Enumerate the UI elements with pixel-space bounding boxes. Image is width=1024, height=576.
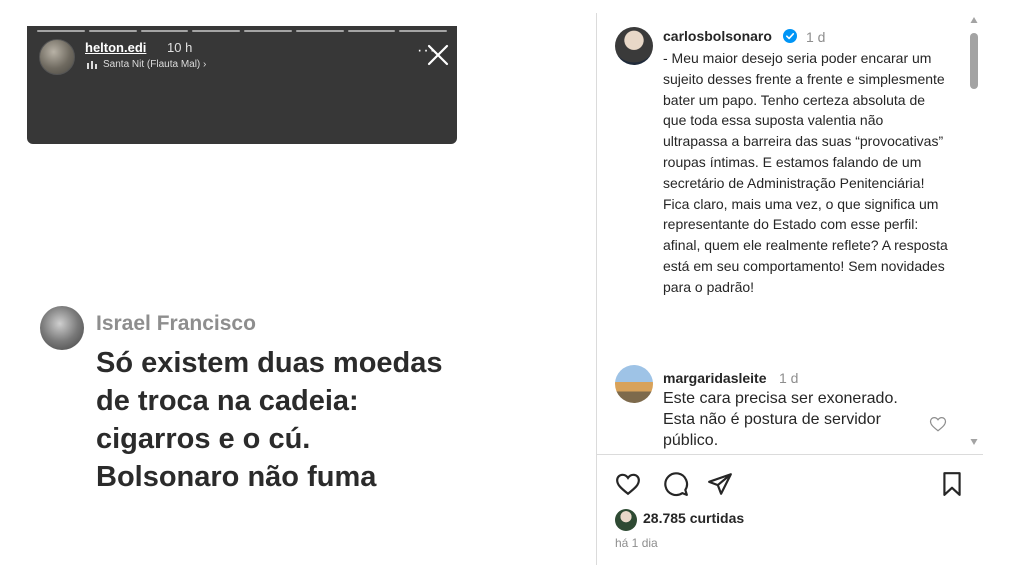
story-progress-segment	[295, 30, 344, 32]
post-panel: carlosbolsonaro 1 d - Meu maior desejo s…	[596, 13, 985, 565]
share-icon[interactable]	[707, 471, 733, 497]
scrollbar-thumb[interactable]	[970, 33, 978, 89]
story-progress-segment	[37, 30, 85, 32]
story-progress-segment	[244, 30, 292, 32]
author-post-time[interactable]: 1 d	[806, 29, 825, 45]
story-comment-text: Só existem duas moedas de troca na cadei…	[96, 347, 443, 493]
music-bars-icon	[87, 61, 97, 69]
post-date[interactable]: há 1 dia	[615, 536, 658, 550]
story-progress-segment	[140, 30, 189, 32]
post-caption: - Meu maior desejo seria poder encarar u…	[663, 50, 948, 295]
story-user-avatar[interactable]	[39, 39, 75, 75]
comment-username[interactable]: margaridasleite	[663, 370, 767, 386]
story-time: 10 h	[167, 40, 193, 55]
story-progress-segment	[192, 30, 240, 32]
story-progress-segment	[88, 30, 137, 32]
comments-scroll-area[interactable]: carlosbolsonaro 1 d - Meu maior desejo s…	[597, 13, 967, 453]
comment-text: Este cara precisa ser exonerado. Esta nã…	[663, 390, 898, 449]
scroll-up-arrow-icon[interactable]	[970, 16, 978, 24]
divider	[597, 454, 983, 455]
story-progress-segment	[399, 30, 447, 32]
story-comment-username: Israel Francisco	[96, 312, 256, 335]
story-progress-segment	[347, 30, 396, 32]
comment-time[interactable]: 1 d	[779, 370, 798, 386]
author-avatar[interactable]	[615, 27, 653, 65]
comment-icon[interactable]	[663, 471, 689, 497]
bookmark-icon[interactable]	[939, 471, 965, 497]
comment-like-heart-icon[interactable]	[929, 415, 947, 433]
likes-avatar	[615, 509, 637, 531]
author-username[interactable]: carlosbolsonaro	[663, 28, 772, 44]
story-comment-avatar	[40, 306, 84, 350]
scroll-down-arrow-icon[interactable]	[970, 438, 978, 446]
story-music-link[interactable]: Santa Nit (Flauta Mal) ›	[103, 59, 206, 70]
story-username[interactable]: helton.edi	[85, 40, 146, 55]
comment-avatar[interactable]	[615, 365, 653, 403]
likes-count[interactable]: 28.785 curtidas	[643, 510, 744, 526]
close-icon[interactable]	[427, 44, 449, 66]
story-progress-bars	[37, 30, 447, 32]
heart-icon[interactable]	[615, 471, 641, 497]
verified-badge-icon	[783, 29, 797, 43]
story-header: helton.edi 10 h Santa Nit (Flauta Mal) ›…	[27, 26, 457, 144]
